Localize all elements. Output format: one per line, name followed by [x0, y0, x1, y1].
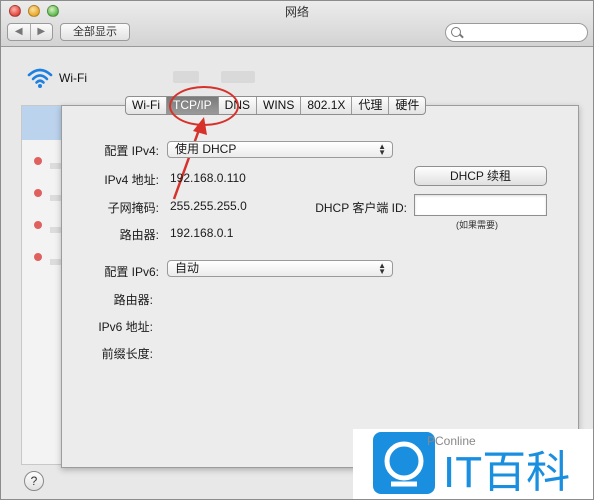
watermark-brand: PConline: [427, 434, 476, 448]
configure-ipv6-select[interactable]: 自动 ▲ ▼: [167, 260, 393, 277]
svg-text:IT百科: IT百科: [443, 448, 570, 497]
tab-wins[interactable]: WINS: [257, 97, 302, 114]
background-status-placeholder: [221, 71, 255, 83]
subnet-mask-value: 255.255.255.0: [170, 199, 247, 213]
dhcp-client-id-field[interactable]: [414, 194, 547, 216]
configure-ipv4-value: 使用 DHCP: [175, 142, 237, 156]
configure-ipv4-select[interactable]: 使用 DHCP ▲ ▼: [167, 141, 393, 158]
configure-ipv4-label: 配置 IPv4:: [104, 144, 159, 158]
search-field[interactable]: [445, 23, 588, 42]
tab-proxies[interactable]: 代理: [352, 97, 390, 114]
dhcp-client-id-hint: (如果需要): [456, 220, 498, 230]
advanced-settings-sheet: [61, 105, 579, 468]
ipv4-address-label: IPv4 地址:: [104, 173, 159, 187]
network-preferences-window: 网络 ◀ ▶ 全部显示 Wi-Fi Wi-Fi TCP/IP DNS WINS …: [0, 0, 594, 500]
service-name: Wi-Fi: [59, 71, 87, 85]
prefix-length-label: 前缀长度:: [101, 347, 153, 361]
configure-ipv6-value: 自动: [175, 261, 200, 275]
router-label: 路由器:: [119, 228, 159, 242]
back-icon[interactable]: ◀: [8, 24, 30, 40]
ipv4-address-value: 192.168.0.110: [170, 171, 246, 185]
highlight-circle: [169, 86, 239, 126]
tab-8021x[interactable]: 802.1X: [301, 97, 353, 114]
show-all-button[interactable]: 全部显示: [60, 23, 130, 41]
dhcp-client-id-label: DHCP 客户端 ID:: [315, 201, 407, 215]
popup-arrows-icon: ▲ ▼: [378, 142, 386, 157]
configure-ipv6-label: 配置 IPv6:: [104, 265, 159, 279]
search-icon: [451, 27, 461, 37]
popup-arrows-icon: ▲ ▼: [378, 261, 386, 276]
ipv6-router-label: 路由器:: [113, 293, 153, 307]
window-title: 网络: [284, 5, 309, 19]
renew-dhcp-lease-button[interactable]: DHCP 续租: [414, 166, 547, 186]
forward-icon[interactable]: ▶: [29, 24, 53, 40]
subnet-mask-label: 子网掩码:: [107, 201, 159, 215]
tab-wifi[interactable]: Wi-Fi: [126, 97, 167, 114]
help-button[interactable]: ?: [24, 471, 44, 491]
title-bar: 网络 ◀ ▶ 全部显示: [1, 1, 593, 47]
tab-hardware[interactable]: 硬件: [389, 97, 425, 114]
ipv6-address-label: IPv6 地址:: [98, 320, 153, 334]
wifi-icon: [27, 68, 53, 88]
router-value: 192.168.0.1: [170, 226, 234, 240]
back-forward-control: ◀ ▶: [7, 23, 53, 41]
background-status-placeholder: [173, 71, 199, 83]
